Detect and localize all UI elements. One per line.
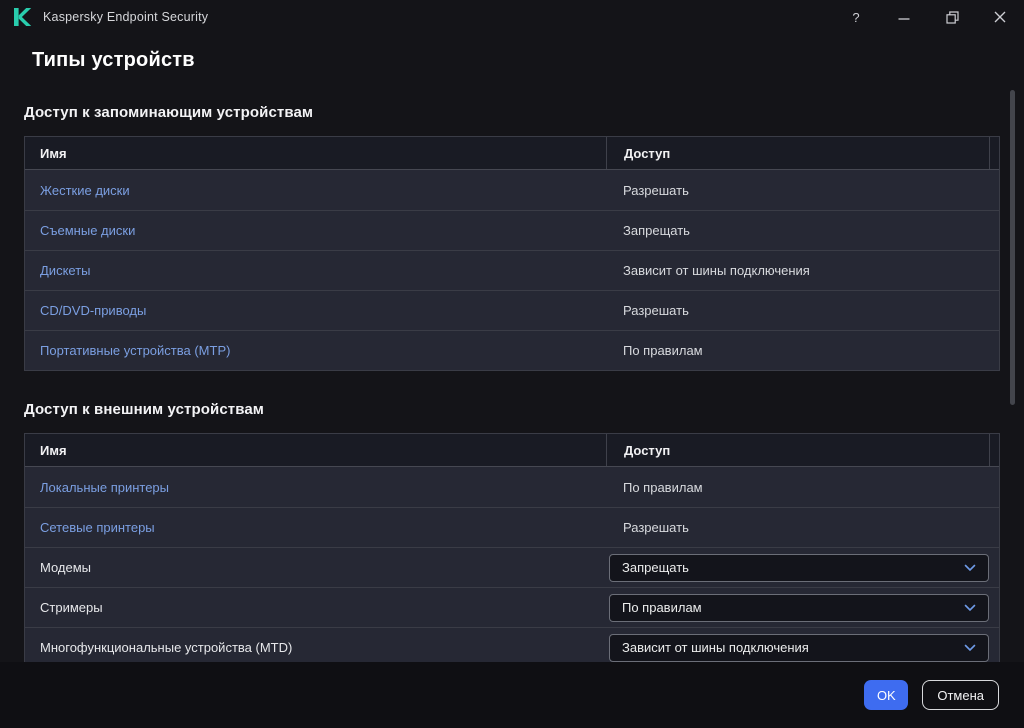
device-link-hard-drives[interactable]: Жесткие диски	[40, 183, 130, 198]
close-icon	[994, 11, 1006, 23]
table-row: Стримеры По правилам	[25, 587, 999, 627]
table-header-row: Имя Доступ	[25, 137, 999, 170]
table-row: Локальные принтеры По правилам	[25, 467, 999, 507]
access-dropdown-multifunction[interactable]: Зависит от шины подключения	[609, 634, 989, 662]
table-row: Жесткие диски Разрешать	[25, 170, 999, 210]
minimize-icon	[898, 11, 910, 23]
help-icon: ?	[852, 10, 859, 25]
access-dropdown-tape-drives[interactable]: По правилам	[609, 594, 989, 622]
dropdown-selected-value: Зависит от шины подключения	[622, 640, 809, 655]
app-title: Kaspersky Endpoint Security	[43, 10, 208, 24]
device-label-tape-drives: Стримеры	[40, 600, 103, 615]
access-dropdown-modems[interactable]: Запрещать	[609, 554, 989, 582]
column-header-access: Доступ	[606, 434, 989, 466]
close-button[interactable]	[976, 0, 1024, 34]
access-value: По правилам	[606, 480, 703, 495]
ok-button[interactable]: OK	[864, 680, 908, 710]
section-heading-storage: Доступ к запоминающим устройствам	[24, 103, 1000, 123]
device-link-portable-mtp[interactable]: Портативные устройства (MTP)	[40, 343, 230, 358]
device-link-cd-dvd-drives[interactable]: CD/DVD-приводы	[40, 303, 146, 318]
access-value: По правилам	[606, 343, 703, 358]
dropdown-selected-value: Запрещать	[622, 560, 689, 575]
column-header-name: Имя	[25, 137, 606, 169]
app-window: Kaspersky Endpoint Security ? Типы устро…	[0, 0, 1024, 728]
table-row: Съемные диски Запрещать	[25, 210, 999, 250]
column-header-spacer	[989, 434, 999, 466]
access-value: Запрещать	[606, 223, 690, 238]
cancel-button[interactable]: Отмена	[922, 680, 999, 710]
table-row: Многофункциональные устройства (MTD) Зав…	[25, 627, 999, 662]
device-link-removable-drives[interactable]: Съемные диски	[40, 223, 135, 238]
table-header-row: Имя Доступ	[25, 434, 999, 467]
restore-button[interactable]	[928, 0, 976, 34]
access-value: Зависит от шины подключения	[606, 263, 810, 278]
kaspersky-logo-icon	[14, 8, 32, 26]
device-link-local-printers[interactable]: Локальные принтеры	[40, 480, 169, 495]
storage-devices-table: Имя Доступ Жесткие диски Разрешать Съемн…	[24, 136, 1000, 371]
minimize-button[interactable]	[880, 0, 928, 34]
table-row: CD/DVD-приводы Разрешать	[25, 290, 999, 330]
column-header-name: Имя	[25, 434, 606, 466]
restore-icon	[946, 11, 959, 24]
chevron-down-icon	[964, 644, 976, 652]
column-header-spacer	[989, 137, 999, 169]
table-row: Сетевые принтеры Разрешать	[25, 507, 999, 547]
page-title: Типы устройств	[32, 46, 1000, 74]
content-area: Типы устройств Доступ к запоминающим уст…	[0, 34, 1024, 662]
help-button[interactable]: ?	[832, 0, 880, 34]
chevron-down-icon	[964, 604, 976, 612]
external-devices-table: Имя Доступ Локальные принтеры По правила…	[24, 433, 1000, 662]
access-value: Разрешать	[606, 183, 689, 198]
access-value: Разрешать	[606, 520, 689, 535]
device-label-multifunction-mtd: Многофункциональные устройства (MTD)	[40, 640, 292, 655]
titlebar: Kaspersky Endpoint Security ?	[0, 0, 1024, 34]
vertical-scrollbar-thumb[interactable]	[1010, 90, 1015, 405]
dropdown-selected-value: По правилам	[622, 600, 702, 615]
access-value: Разрешать	[606, 303, 689, 318]
device-link-floppy-disks[interactable]: Дискеты	[40, 263, 91, 278]
device-link-network-printers[interactable]: Сетевые принтеры	[40, 520, 155, 535]
section-heading-external: Доступ к внешним устройствам	[24, 400, 1000, 420]
chevron-down-icon	[964, 564, 976, 572]
footer-bar: OK Отмена	[0, 662, 1024, 728]
device-label-modems: Модемы	[40, 560, 91, 575]
table-row: Модемы Запрещать	[25, 547, 999, 587]
column-header-access: Доступ	[606, 137, 989, 169]
table-row: Портативные устройства (MTP) По правилам	[25, 330, 999, 370]
table-row: Дискеты Зависит от шины подключения	[25, 250, 999, 290]
